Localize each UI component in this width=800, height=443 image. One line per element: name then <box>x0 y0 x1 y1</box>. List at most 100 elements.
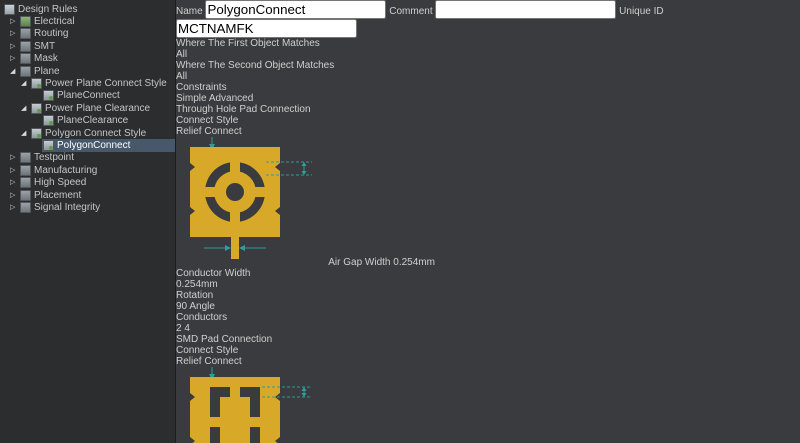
rule-editor-main: Name Comment Unique ID Where The First O… <box>176 0 800 443</box>
sidebar-item-routing[interactable]: Routing <box>0 28 175 40</box>
name-input[interactable] <box>205 0 386 19</box>
plane-icon <box>20 66 31 77</box>
sidebar-item-power-plane-connect-style[interactable]: Power Plane Connect Style <box>0 77 175 89</box>
selected-value: 90 Angle <box>176 301 215 312</box>
rule-type-icon <box>31 128 42 139</box>
tree-label: High Speed <box>34 177 86 188</box>
collapse-arrow-icon[interactable] <box>21 105 30 112</box>
rules-tree-sidebar: Design Rules Electrical Routing SMT Mask… <box>0 0 176 443</box>
comment-input[interactable] <box>435 0 616 19</box>
rule-icon <box>43 115 54 126</box>
sidebar-item-power-plane-clearance[interactable]: Power Plane Clearance <box>0 102 175 114</box>
tree-label: Routing <box>34 28 68 39</box>
tree-label: Plane <box>34 66 60 77</box>
expand-arrow-icon[interactable] <box>10 192 19 199</box>
first-match-select[interactable]: All <box>176 49 800 60</box>
tree-label: Power Plane Clearance <box>45 103 150 114</box>
testpoint-icon <box>20 152 31 163</box>
smd-connect-style-select[interactable]: Relief Connect <box>176 356 800 367</box>
option-label: 2 <box>176 323 182 334</box>
sidebar-item-high-speed[interactable]: High Speed <box>0 176 175 188</box>
collapse-arrow-icon[interactable] <box>21 80 30 87</box>
sidebar-item-planeconnect[interactable]: PlaneConnect <box>0 90 175 102</box>
expand-arrow-icon[interactable] <box>10 30 19 37</box>
tree-label: Manufacturing <box>34 165 97 176</box>
constraint-panels: Through Hole Pad Connection Connect Styl… <box>176 104 800 443</box>
expand-arrow-icon[interactable] <box>10 18 19 25</box>
sidebar-item-manufacturing[interactable]: Manufacturing <box>0 164 175 176</box>
sidebar-item-polygon-connect-style[interactable]: Polygon Connect Style <box>0 127 175 139</box>
second-match-section-header: Where The Second Object Matches <box>176 60 800 71</box>
rotation-row: Rotation 90 Angle <box>176 290 800 312</box>
selected-value: Relief Connect <box>176 126 242 137</box>
electrical-icon <box>20 16 31 27</box>
expand-arrow-icon[interactable] <box>10 167 19 174</box>
smd-panel: SMD Pad Connection Connect Style Relief … <box>176 334 800 443</box>
placement-icon <box>20 190 31 201</box>
advanced-radio-label: Advanced <box>209 93 253 104</box>
rule-icon <box>43 140 54 151</box>
simple-radio[interactable]: Simple <box>176 93 209 104</box>
expand-arrow-icon[interactable] <box>10 179 19 186</box>
connect-style-label: Connect Style <box>176 115 238 126</box>
advanced-annotation-box: Advanced <box>209 93 253 104</box>
sidebar-item-planeclearance[interactable]: PlaneClearance <box>0 115 175 127</box>
tree-label: Testpoint <box>34 152 74 163</box>
th-rotation-select[interactable]: 90 Angle <box>176 301 800 312</box>
th-conductors-group: Conductors 2 4 <box>176 312 800 334</box>
routing-icon <box>20 28 31 39</box>
connect-style-label: Connect Style <box>176 345 238 356</box>
manufacturing-icon <box>20 165 31 176</box>
constraint-mode-row: Simple Advanced <box>176 93 800 104</box>
sidebar-item-electrical[interactable]: Electrical <box>0 15 175 27</box>
sidebar-item-plane[interactable]: Plane <box>0 65 175 77</box>
sidebar-item-signal-integrity[interactable]: Signal Integrity <box>0 201 175 213</box>
name-label: Name <box>176 6 203 17</box>
th-conductors-4-radio[interactable]: 4 <box>184 323 190 334</box>
advanced-radio[interactable]: Advanced <box>209 93 253 104</box>
tree-root-design-rules[interactable]: Design Rules <box>0 3 175 15</box>
high-speed-icon <box>20 177 31 188</box>
connect-style-row: Connect Style Relief Connect <box>176 115 800 137</box>
expand-arrow-icon[interactable] <box>10 43 19 50</box>
air-gap-value: 0.254mm <box>393 257 435 268</box>
rule-icon <box>43 90 54 101</box>
selected-value: Relief Connect <box>176 356 242 367</box>
second-match-select[interactable]: All <box>176 71 800 82</box>
panel-title: SMD Pad Connection <box>176 334 800 345</box>
section-title: Where The Second Object Matches <box>176 60 334 71</box>
tree-label: Mask <box>34 53 58 64</box>
unique-id-label: Unique ID <box>619 6 663 17</box>
tree-label: Signal Integrity <box>34 202 100 213</box>
sidebar-item-smt[interactable]: SMT <box>0 40 175 52</box>
connect-style-row: Connect Style Relief Connect <box>176 345 800 367</box>
rotation-label: Rotation <box>176 290 213 301</box>
expand-arrow-icon[interactable] <box>10 154 19 161</box>
through-hole-panel: Through Hole Pad Connection Connect Styl… <box>176 104 800 334</box>
sidebar-item-mask[interactable]: Mask <box>0 53 175 65</box>
conductor-width-value: 0.254mm <box>176 279 800 290</box>
unique-id-input[interactable] <box>176 19 357 38</box>
sidebar-item-polygonconnect[interactable]: PolygonConnect <box>0 139 175 151</box>
constraints-section-header: Constraints <box>176 82 800 93</box>
collapse-arrow-icon[interactable] <box>21 130 30 137</box>
signal-integrity-icon <box>20 202 31 213</box>
expand-arrow-icon[interactable] <box>10 55 19 62</box>
collapse-arrow-icon[interactable] <box>10 68 19 75</box>
rule-header-row: Name Comment Unique ID <box>176 0 800 38</box>
tree-label: Placement <box>34 190 81 201</box>
simple-radio-label: Simple <box>176 93 207 104</box>
panel-title: Through Hole Pad Connection <box>176 104 800 115</box>
expand-arrow-icon[interactable] <box>10 204 19 211</box>
rules-editor-window: Design Rules Electrical Routing SMT Mask… <box>0 0 800 443</box>
conductors-label: Conductors <box>176 312 227 323</box>
conductor-width-label: Conductor Width <box>176 268 800 279</box>
selected-value: All <box>176 49 187 60</box>
tree-label: PlaneClearance <box>57 115 128 126</box>
air-gap-label: Air Gap Width <box>328 257 390 268</box>
sidebar-item-testpoint[interactable]: Testpoint <box>0 152 175 164</box>
th-connect-style-select[interactable]: Relief Connect <box>176 126 800 137</box>
section-title: Constraints <box>176 82 227 93</box>
sidebar-item-placement[interactable]: Placement <box>0 189 175 201</box>
mask-icon <box>20 53 31 64</box>
